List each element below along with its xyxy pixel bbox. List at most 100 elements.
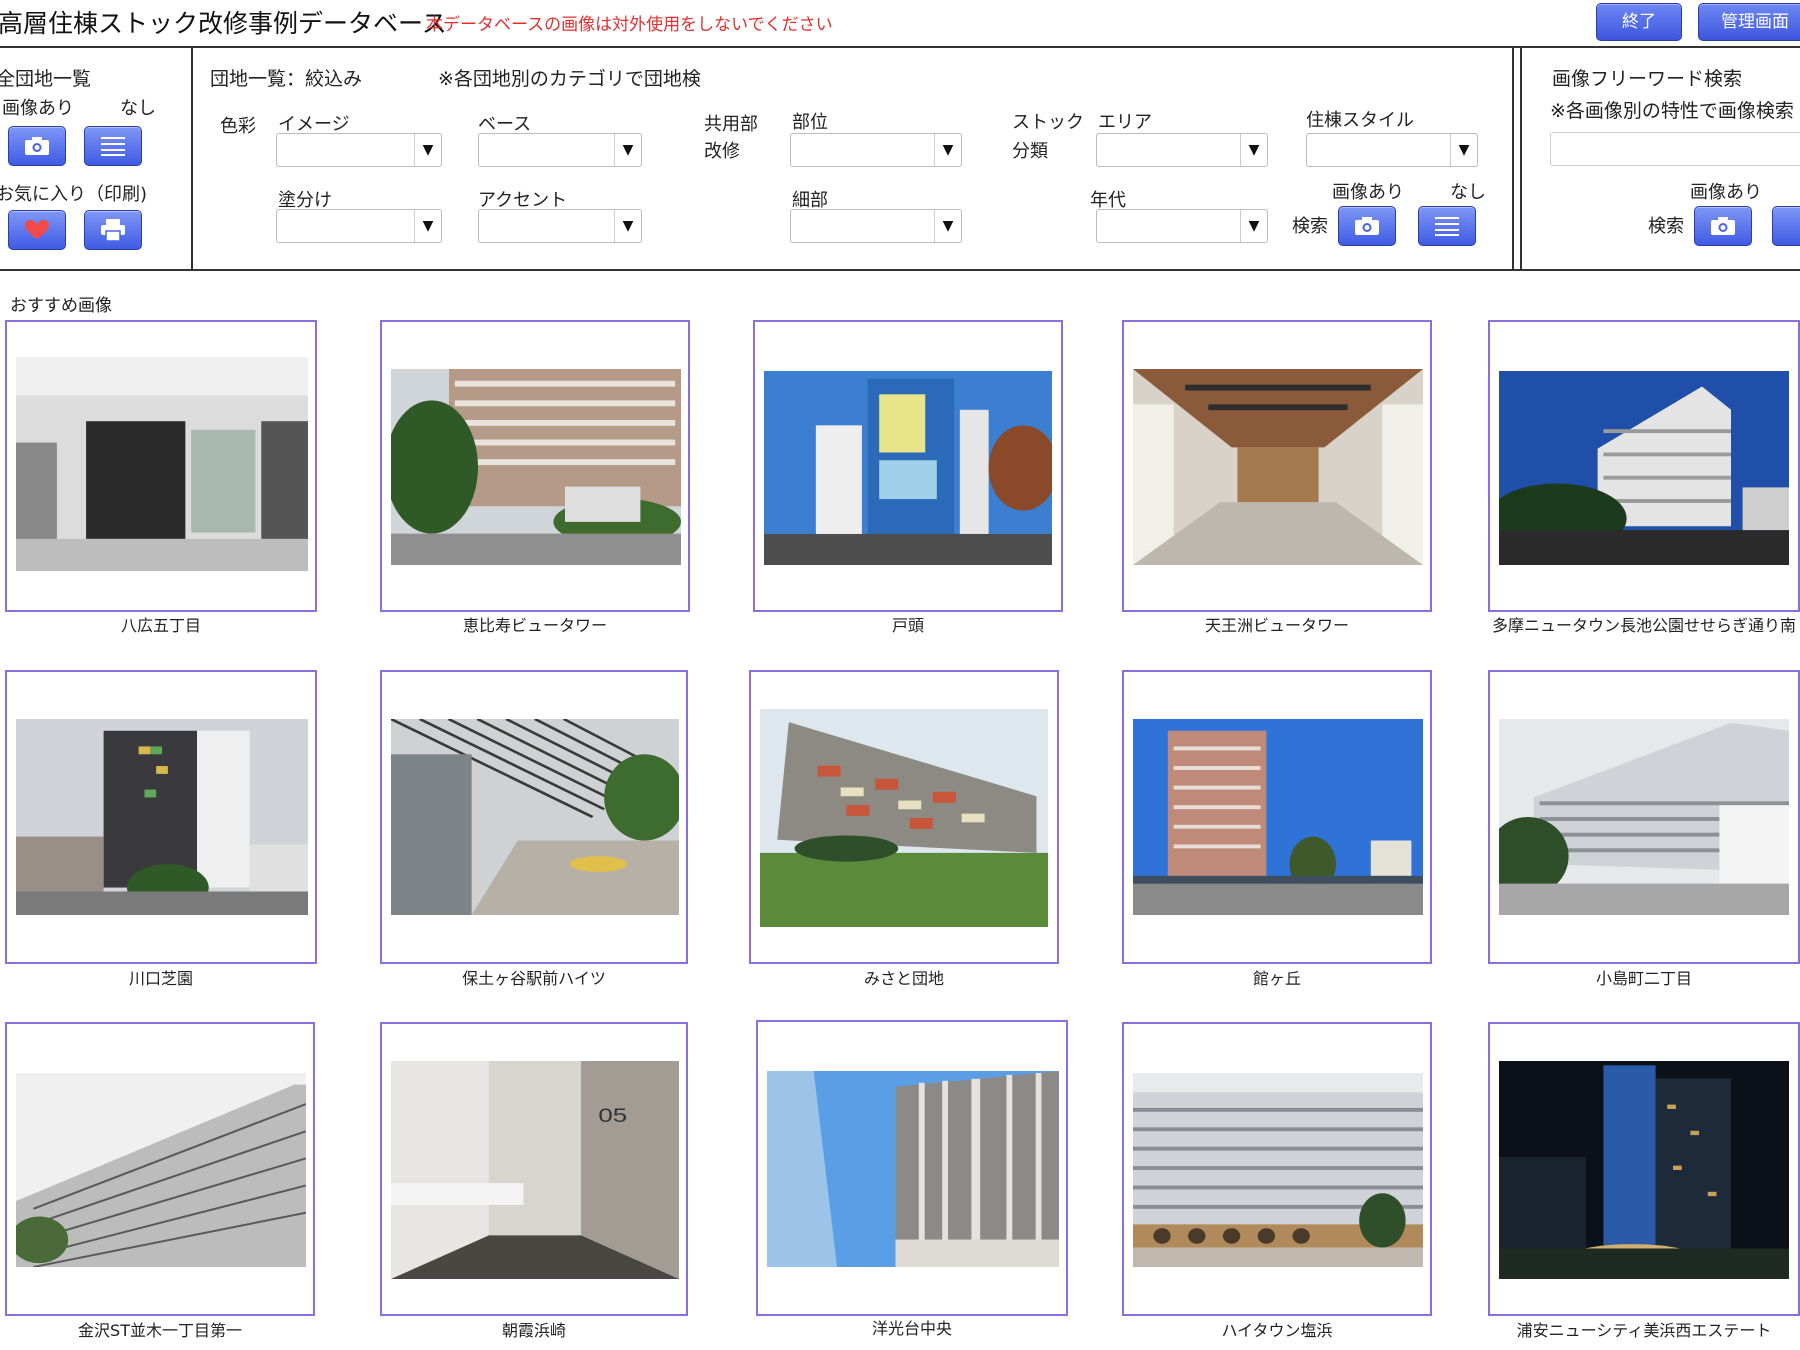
gallery-card[interactable] bbox=[380, 670, 688, 964]
favorites-button[interactable] bbox=[8, 210, 66, 250]
filter-with-images-label: 画像あり bbox=[1332, 182, 1404, 203]
building-style-select[interactable]: ▼ bbox=[1306, 133, 1478, 167]
print-button[interactable] bbox=[84, 210, 142, 250]
estate-name[interactable]: 小島町二丁目 bbox=[1488, 967, 1800, 991]
estate-photo[interactable]: 05 bbox=[391, 1061, 679, 1279]
dropdown-arrow-icon: ▼ bbox=[934, 210, 961, 242]
estate-photo[interactable] bbox=[391, 719, 679, 915]
camera-icon bbox=[1355, 217, 1379, 235]
free-search-label: 検索 bbox=[1648, 216, 1684, 237]
estate-photo[interactable] bbox=[764, 371, 1052, 565]
all-without-images-button[interactable] bbox=[84, 126, 142, 166]
renovation-label: 改修 bbox=[704, 141, 740, 162]
estate-name[interactable]: 八広五丁目 bbox=[5, 614, 317, 638]
image-select[interactable]: ▼ bbox=[276, 133, 442, 167]
base-select[interactable]: ▼ bbox=[478, 133, 642, 167]
area-select[interactable]: ▼ bbox=[1096, 133, 1268, 167]
estate-photo[interactable] bbox=[16, 357, 308, 571]
free-search-list-button[interactable] bbox=[1772, 206, 1800, 246]
dropdown-arrow-icon: ▼ bbox=[614, 134, 641, 166]
era-select[interactable]: ▼ bbox=[1096, 209, 1268, 243]
with-images-label: 画像あり bbox=[2, 98, 74, 119]
detail-select[interactable]: ▼ bbox=[790, 209, 962, 243]
camera-icon bbox=[25, 137, 49, 155]
estate-photo[interactable] bbox=[1499, 371, 1789, 565]
estate-name[interactable]: ハイタウン塩浜 bbox=[1122, 1319, 1432, 1343]
gallery-card[interactable] bbox=[749, 670, 1059, 964]
right-panel-divider-a bbox=[1512, 46, 1514, 271]
estate-name[interactable]: 戸頭 bbox=[753, 614, 1063, 638]
estate-name[interactable]: 浦安ニューシティ美浜西エステート bbox=[1488, 1319, 1800, 1343]
camera-icon bbox=[1711, 217, 1735, 235]
gallery-card[interactable] bbox=[5, 1022, 315, 1316]
estate-photo[interactable] bbox=[767, 1071, 1059, 1267]
estate-photo[interactable] bbox=[1133, 369, 1423, 565]
gallery-card[interactable] bbox=[1122, 320, 1432, 612]
estate-photo[interactable] bbox=[16, 719, 308, 915]
estate-photo[interactable] bbox=[1499, 719, 1789, 915]
recommended-images-label: おすすめ画像 bbox=[10, 296, 112, 316]
paint-select[interactable]: ▼ bbox=[276, 209, 442, 243]
estate-photo[interactable] bbox=[1133, 719, 1423, 915]
left-panel-divider bbox=[191, 46, 193, 271]
gallery-card[interactable] bbox=[380, 320, 690, 612]
gallery-card[interactable] bbox=[1488, 1022, 1800, 1316]
estate-name[interactable]: 洋光台中央 bbox=[756, 1317, 1068, 1341]
classification-label: 分類 bbox=[1012, 141, 1048, 162]
free-search-input[interactable] bbox=[1550, 132, 1800, 166]
estate-name[interactable]: 金沢ST並木一丁目第一 bbox=[5, 1319, 315, 1343]
favorites-print-label: お気に入り（印刷) bbox=[0, 184, 148, 205]
right-panel-divider-b bbox=[1520, 46, 1522, 271]
dropdown-arrow-icon: ▼ bbox=[1450, 134, 1477, 166]
estate-name[interactable]: 朝霞浜崎 bbox=[380, 1319, 688, 1343]
estate-name[interactable]: 館ヶ丘 bbox=[1122, 967, 1432, 991]
filter-search-with-images-button[interactable] bbox=[1338, 206, 1396, 246]
estate-name[interactable]: 保土ヶ谷駅前ハイツ bbox=[380, 967, 688, 991]
accent-select[interactable]: ▼ bbox=[478, 209, 642, 243]
dropdown-arrow-icon: ▼ bbox=[614, 210, 641, 242]
gallery-card[interactable] bbox=[5, 670, 317, 964]
all-with-images-button[interactable] bbox=[8, 126, 66, 166]
dropdown-arrow-icon: ▼ bbox=[414, 210, 441, 242]
gallery-card[interactable] bbox=[1122, 670, 1432, 964]
estate-photo[interactable] bbox=[16, 1073, 306, 1267]
header-divider bbox=[0, 46, 1800, 48]
without-images-label: なし bbox=[120, 98, 156, 119]
estate-photo[interactable] bbox=[1133, 1073, 1423, 1267]
gallery-card[interactable]: 05 bbox=[380, 1022, 688, 1316]
gallery-card[interactable] bbox=[756, 1020, 1068, 1316]
estate-name[interactable]: 恵比寿ビュータワー bbox=[380, 614, 690, 638]
estate-name[interactable]: みさと団地 bbox=[749, 967, 1059, 991]
dropdown-arrow-icon: ▼ bbox=[1240, 210, 1267, 242]
free-search-with-images-button[interactable] bbox=[1694, 206, 1752, 246]
usage-warning: 本データベースの画像は対外使用をしないでください bbox=[426, 15, 833, 35]
svg-text:05: 05 bbox=[598, 1104, 627, 1126]
filter-search-without-images-button[interactable] bbox=[1418, 206, 1476, 246]
free-with-images-label: 画像あり bbox=[1690, 182, 1762, 203]
gallery-card[interactable] bbox=[5, 320, 317, 612]
gallery-card[interactable] bbox=[753, 320, 1063, 612]
area-filter-label: エリア bbox=[1098, 112, 1152, 133]
color-group-label: 色彩 bbox=[220, 116, 256, 137]
estate-photo[interactable] bbox=[760, 709, 1048, 927]
list-icon bbox=[101, 137, 125, 156]
stock-label: ストック bbox=[1012, 112, 1084, 133]
all-estates-title: 全団地一覧 bbox=[0, 68, 92, 90]
heart-icon bbox=[25, 220, 49, 239]
part-select[interactable]: ▼ bbox=[790, 133, 962, 167]
admin-button[interactable]: 管理画面 bbox=[1698, 3, 1800, 41]
exit-button[interactable]: 終了 bbox=[1596, 3, 1682, 41]
app-title: 高層住棟ストック改修事例データベース bbox=[0, 9, 447, 38]
estate-photo[interactable] bbox=[391, 369, 681, 565]
dropdown-arrow-icon: ▼ bbox=[1240, 134, 1267, 166]
estate-photo[interactable] bbox=[1499, 1061, 1789, 1279]
dropdown-arrow-icon: ▼ bbox=[414, 134, 441, 166]
estate-name[interactable]: 多摩ニュータウン長池公園せせらぎ通り南 bbox=[1488, 614, 1800, 638]
estate-name[interactable]: 川口芝園 bbox=[5, 967, 317, 991]
estate-name[interactable]: 天王洲ビュータワー bbox=[1122, 614, 1432, 638]
gallery-card[interactable] bbox=[1122, 1022, 1432, 1316]
gallery-card[interactable] bbox=[1488, 320, 1800, 612]
filter-bottom-divider bbox=[0, 269, 1800, 271]
gallery-card[interactable] bbox=[1488, 670, 1800, 964]
part-filter-label: 部位 bbox=[792, 112, 828, 133]
